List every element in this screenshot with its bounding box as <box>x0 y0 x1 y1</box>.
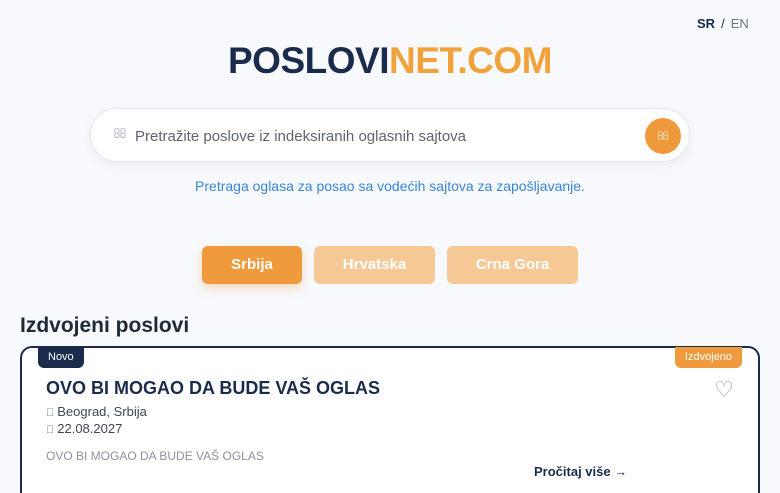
tab-srbija[interactable]: Srbija <box>202 246 302 284</box>
job-title[interactable]: OVO BI MOGAO DA BUDE VAŠ OGLAS <box>46 378 380 399</box>
job-date-text: 22.08.2027 <box>49 421 122 436</box>
lang-en-link[interactable]: EN <box>731 16 749 31</box>
site-logo[interactable]: POSLOVINET.COM <box>0 40 780 82</box>
country-tabs: Srbija Hrvatska Crna Gora <box>0 246 780 284</box>
job-date: 22.08.2027 <box>46 421 122 436</box>
tagline: Pretraga oglasa za posao sa vodećih sajt… <box>195 178 585 194</box>
tab-crna-gora[interactable]: Crna Gora <box>447 246 578 284</box>
lang-sr-link[interactable]: SR <box>697 16 715 31</box>
featured-job-card[interactable]: Novo Izdvojeno OVO BI MOGAO DA BUDE VAŠ … <box>20 346 760 493</box>
search-submit-button[interactable]:  <box>645 118 681 154</box>
language-switcher: SR / EN <box>697 16 749 31</box>
page: SR / EN POSLOVINET.COM   Pretraga oglasa… <box>0 0 780 493</box>
logo-part-dark: POSLOVI <box>228 40 389 81</box>
calendar-icon:  <box>46 424 54 436</box>
search-icon:  <box>657 129 669 143</box>
section-title-featured: Izdvojeni poslovi <box>20 314 190 337</box>
heart-outline-icon[interactable]: ♡ <box>714 378 734 402</box>
search-icon:  <box>113 126 127 142</box>
lang-separator: / <box>721 16 725 31</box>
search-input[interactable] <box>135 123 675 149</box>
job-description: OVO BI MOGAO DA BUDE VAŠ OGLAS <box>46 449 264 463</box>
read-more-link[interactable]: Pročitaj više → <box>534 464 627 479</box>
badge-new: Novo <box>38 347 84 368</box>
badge-featured: Izdvojeno <box>674 347 742 368</box>
job-location-text: Beograd, Srbija <box>49 404 147 419</box>
job-location: Beograd, Srbija <box>46 404 147 419</box>
logo-part-orange: NET.COM <box>388 40 553 81</box>
tab-hrvatska[interactable]: Hrvatska <box>314 246 435 284</box>
map-marker-icon:  <box>46 407 54 419</box>
search-bar:   <box>90 108 690 162</box>
